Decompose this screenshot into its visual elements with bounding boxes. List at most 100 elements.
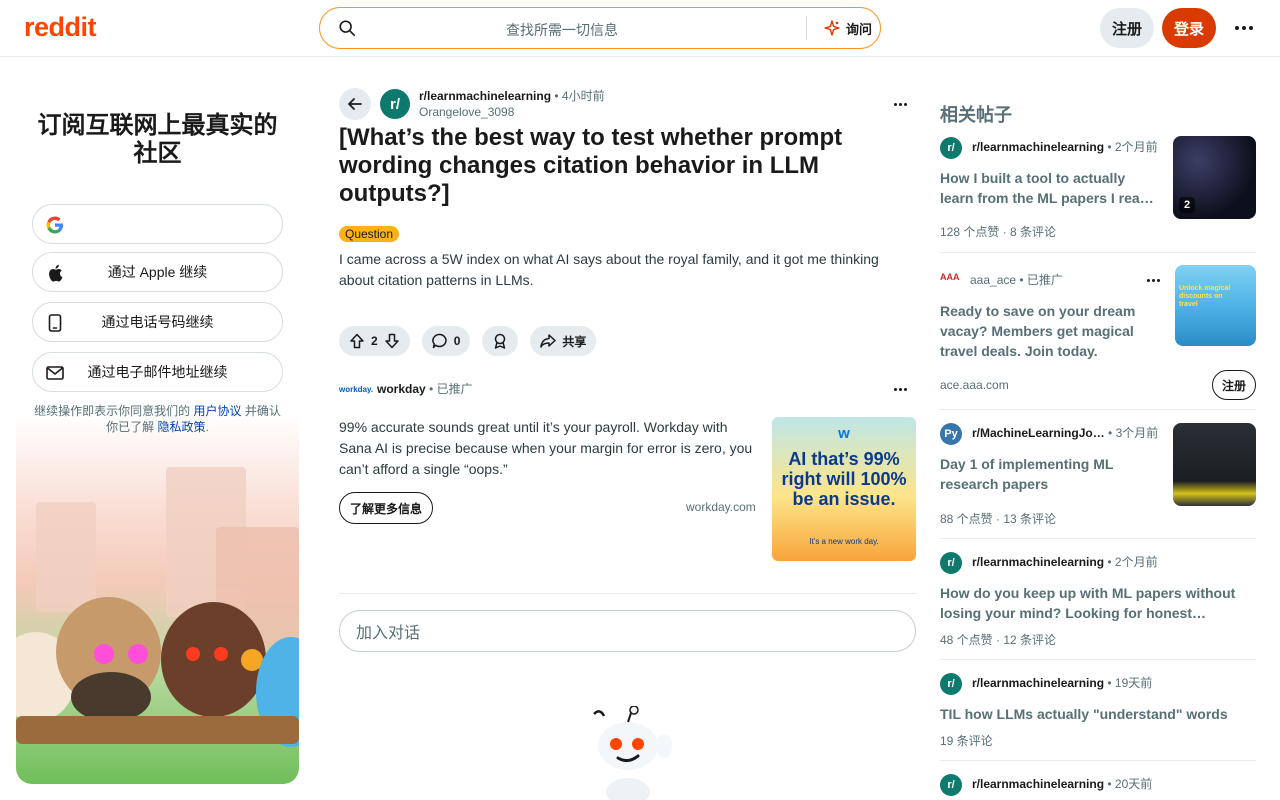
related-more-options-icon[interactable]	[1141, 272, 1165, 288]
workday-logo[interactable]: workday.	[339, 381, 373, 397]
related-post[interactable]: r/ r/learnmachinelearning • 2个月前 How do …	[940, 551, 1256, 651]
aaa-logo: AAA	[940, 272, 960, 282]
related-post-stats: 88 个点赞 · 13 条评论	[940, 512, 1057, 526]
ad-image-headline: AI that’s 99% right will 100% be an issu…	[781, 449, 907, 509]
related-post[interactable]: r/ r/learnmachinelearning • 2个月前 How I b…	[940, 136, 1256, 246]
mascot-eye	[186, 647, 200, 661]
ad-image[interactable]: w AI that’s 99% right will 100% be an is…	[772, 417, 916, 561]
related-post-title[interactable]: Day 1 of implementing ML research papers	[940, 454, 1140, 494]
ask-button[interactable]: 询问	[816, 14, 880, 42]
share-button[interactable]: 共享	[530, 326, 597, 356]
comment-input[interactable]: 加入对话	[339, 610, 916, 652]
award-button[interactable]	[482, 326, 519, 356]
back-button[interactable]	[339, 88, 371, 120]
divider	[940, 538, 1256, 539]
email-signin-button[interactable]: 通过电子邮件地址继续	[32, 352, 283, 392]
email-label: 通过电子邮件地址继续	[87, 364, 228, 380]
related-time: • 20天前	[1107, 777, 1153, 791]
post-title: [What’s the best way to test whether pro…	[339, 124, 843, 207]
downvote-icon[interactable]	[384, 333, 400, 349]
ad-image-tagline: It’s a new work day.	[809, 537, 879, 546]
award-icon	[495, 333, 506, 349]
apple-signin-button[interactable]: 通过 Apple 继续	[32, 252, 283, 292]
search-bar[interactable]: 查找所需一切信息 询问	[319, 7, 881, 49]
related-ad-domain[interactable]: ace.aaa.com	[940, 378, 1009, 392]
post-body: I came across a 5W index on what AI says…	[339, 251, 879, 288]
ad-more-options-icon[interactable]	[888, 381, 912, 397]
related-subreddit[interactable]: r/learnmachinelearning	[972, 555, 1104, 569]
related-post[interactable]: Py r/MachineLearningJo… • 3个月前 Day 1 of …	[940, 422, 1256, 532]
related-advertiser[interactable]: aaa_ace	[970, 273, 1016, 287]
related-post-title[interactable]: How do you keep up with ML papers withou…	[940, 583, 1250, 623]
related-post[interactable]: r/ r/learnmachinelearning • 20天前	[940, 773, 1256, 800]
comments-button[interactable]: 0	[421, 326, 471, 356]
phone-signin-button[interactable]: 通过电话号码继续	[32, 302, 283, 342]
post-time: • 4小时前	[554, 89, 605, 103]
post-actions: 2 0 共享	[339, 326, 597, 356]
login-button[interactable]: 登录	[1162, 8, 1216, 48]
subreddit-avatar: r/	[940, 673, 962, 695]
signup-button[interactable]: 注册	[1100, 8, 1154, 48]
divider	[940, 409, 1256, 410]
ad-meta: workday • 已推广	[377, 381, 473, 397]
privacy-policy-link[interactable]: 隐私政策	[157, 420, 205, 434]
subreddit-link[interactable]: r/learnmachinelearning	[419, 89, 551, 103]
related-post-thumbnail[interactable]	[1173, 423, 1256, 506]
gallery-count-badge: 2	[1179, 197, 1196, 213]
google-signin-button[interactable]	[32, 204, 283, 244]
subreddit-avatar[interactable]: r/	[380, 89, 410, 119]
ad-thumb-text: Unlock magical discounts on travel	[1179, 285, 1231, 308]
background-building	[36, 502, 96, 612]
phone-icon	[45, 313, 65, 333]
more-options-icon[interactable]	[1228, 16, 1260, 40]
related-post-meta: r/learnmachinelearning • 2个月前	[972, 551, 1158, 573]
related-subreddit[interactable]: r/learnmachinelearning	[972, 777, 1104, 791]
vote-count: 2	[371, 334, 378, 348]
search-divider	[806, 16, 807, 40]
signup-card: 订阅互联网上最真实的社区 通过 Apple 继续 通过电话号码继续 通过电子邮件…	[16, 72, 299, 784]
related-post-thumbnail[interactable]: 2	[1173, 136, 1256, 219]
related-promoted: • 已推广	[1019, 273, 1063, 287]
related-post-meta: r/MachineLearningJo… • 3个月前	[972, 422, 1158, 444]
related-post-stats: 48 个点赞 · 12 条评论	[940, 633, 1057, 647]
legal-suffix: .	[205, 420, 209, 434]
related-post[interactable]: r/ r/learnmachinelearning • 19天前 TIL how…	[940, 672, 1256, 752]
related-subreddit[interactable]: r/learnmachinelearning	[972, 140, 1104, 154]
related-post-title[interactable]: Ready to save on your dream vacay? Membe…	[940, 301, 1160, 361]
subreddit-avatar: r/	[940, 552, 962, 574]
mascot-eye	[128, 644, 148, 664]
vote-group: 2	[339, 326, 410, 356]
legal-prefix: 继续操作即表示你同意我们的	[34, 404, 194, 418]
subreddit-avatar: r/	[940, 774, 962, 796]
related-post-stats: 19 条评论	[940, 734, 993, 748]
divider	[940, 659, 1256, 660]
google-icon	[45, 215, 65, 235]
related-time: • 19天前	[1107, 676, 1153, 690]
mail-icon	[45, 363, 65, 383]
search-input[interactable]: 查找所需一切信息	[320, 20, 804, 40]
comment-count: 0	[453, 334, 461, 348]
reddit-logo[interactable]: reddit	[24, 12, 97, 43]
related-post-thumbnail[interactable]: Unlock magical discounts on travel	[1175, 265, 1256, 346]
related-post-title[interactable]: TIL how LLMs actually "understand" words	[940, 704, 1250, 724]
related-promoted-post[interactable]: AAA aaa_ace • 已推广 Ready to save on your …	[940, 265, 1256, 403]
arrow-left-icon	[348, 98, 362, 110]
upvote-icon[interactable]	[349, 333, 365, 349]
subreddit-avatar: r/	[940, 137, 962, 159]
post-flair[interactable]: Question	[339, 226, 400, 242]
post-more-options-icon[interactable]	[888, 96, 912, 112]
ad-domain[interactable]: workday.com	[686, 500, 756, 514]
ad-image-logo: w	[838, 425, 850, 442]
user-agreement-link[interactable]: 用户协议	[193, 404, 241, 418]
learn-more-button[interactable]: 了解更多信息	[339, 492, 434, 524]
related-subreddit[interactable]: r/MachineLearningJo…	[972, 426, 1105, 440]
post-author[interactable]: Orangelove_3098	[419, 104, 605, 120]
ad-signup-button[interactable]: 注册	[1212, 370, 1256, 400]
related-subreddit[interactable]: r/learnmachinelearning	[972, 676, 1104, 690]
advertiser-name[interactable]: workday	[377, 382, 426, 396]
divider	[940, 252, 1256, 253]
related-post-title[interactable]: How I built a tool to actually learn fro…	[940, 168, 1160, 208]
apple-icon	[45, 263, 65, 283]
share-icon	[540, 334, 557, 348]
related-time: • 3个月前	[1108, 426, 1159, 440]
